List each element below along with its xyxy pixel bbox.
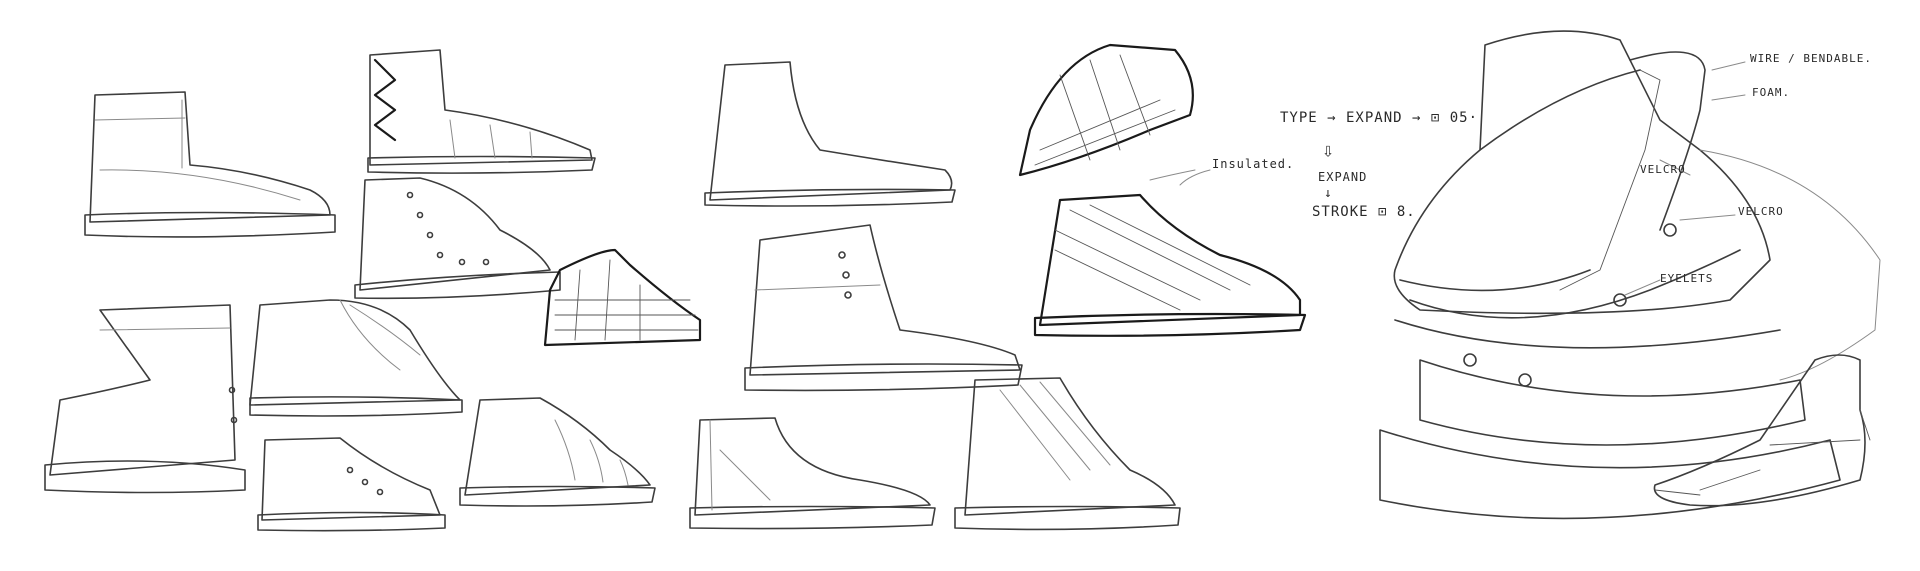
expand-arrow: ⇩	[1322, 138, 1336, 162]
velcro-note-b: VELCRO	[1738, 205, 1784, 218]
boot-sketch-3	[354, 177, 561, 300]
boot-sketch-14	[1033, 169, 1307, 337]
type-expand-note: TYPE → EXPAND → ⊡ 05·	[1280, 110, 1479, 126]
boot-sketch-9	[704, 61, 956, 207]
boot-sketch-11	[689, 417, 936, 530]
boot-sketch-detail	[1379, 30, 1881, 520]
boot-sketch-4	[543, 248, 702, 347]
annotation-leaders	[1179, 61, 1746, 296]
boot-sketch-12	[954, 377, 1181, 531]
stroke-arrow: ↓	[1324, 186, 1333, 201]
boot-sketch-2	[367, 49, 596, 174]
boot-sketch-bootie	[1653, 354, 1871, 507]
boot-sketch-7	[257, 437, 446, 532]
boot-sketch-1	[84, 91, 336, 238]
insulated-note: Insulated.	[1212, 157, 1295, 171]
boot-sketch-13	[1018, 43, 1194, 177]
eyelets-note: EYELETS	[1660, 272, 1714, 285]
boot-sketch-8	[459, 397, 656, 507]
wire-bendable-note: WIRE / BENDABLE.	[1750, 52, 1872, 65]
boot-sketch-sheet	[44, 30, 1881, 532]
boot-sketch-10	[744, 224, 1023, 392]
expand-note: EXPAND	[1318, 170, 1368, 184]
boot-sketch-6	[249, 299, 463, 417]
boot-sketch-5	[44, 304, 246, 494]
foam-note: FOAM.	[1752, 86, 1791, 99]
velcro-note-a: VELCRO	[1640, 163, 1686, 176]
stroke-note: STROKE ⊡ 8.	[1312, 204, 1416, 220]
